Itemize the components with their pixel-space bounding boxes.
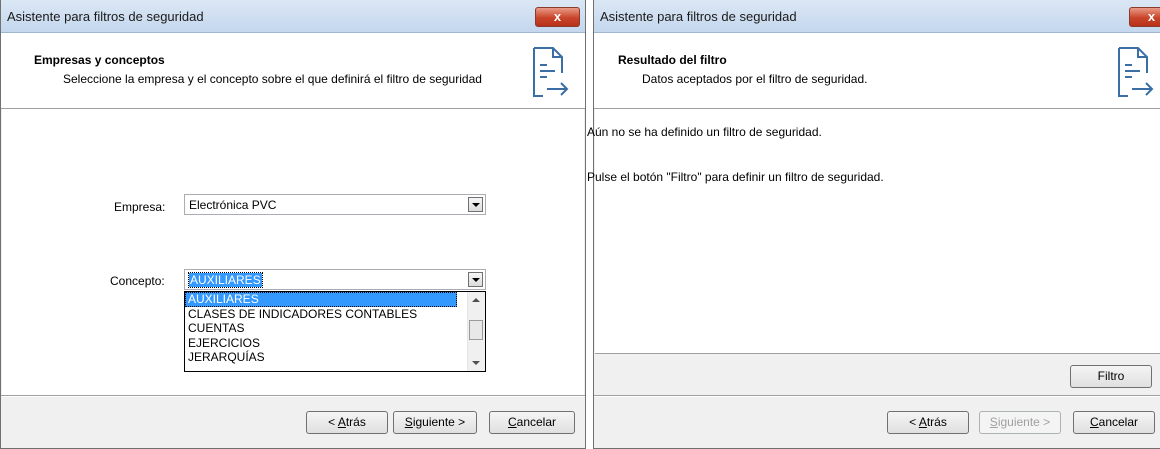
scroll-thumb[interactable] — [469, 320, 483, 340]
title-bar[interactable]: Asistente para filtros de seguridad x — [594, 0, 1160, 33]
next-button[interactable]: Siguiente > — [979, 411, 1061, 434]
status-message: Aún no se ha definido un filtro de segur… — [587, 125, 822, 139]
chevron-down-icon[interactable] — [468, 272, 483, 287]
concepto-label: Concepto: — [110, 274, 165, 288]
wizard-window-left: Asistente para filtros de seguridad x Em… — [0, 0, 586, 449]
close-button[interactable]: x — [535, 7, 580, 27]
scrollbar[interactable] — [467, 292, 485, 371]
window-title: Asistente para filtros de seguridad — [7, 9, 204, 24]
filter-button[interactable]: Filtro — [1070, 365, 1152, 388]
empresa-value: Electrónica PVC — [189, 198, 277, 212]
back-button[interactable]: < Atrás — [887, 411, 969, 434]
filter-result-panel: Aún no se ha definido un filtro de segur… — [587, 109, 1160, 354]
page-subtitle: Seleccione la empresa y el concepto sobr… — [63, 72, 482, 86]
wizard-header: Resultado del filtro Datos aceptados por… — [594, 33, 1160, 109]
concepto-select[interactable]: AUXILIARES — [184, 269, 486, 290]
document-export-icon — [1118, 47, 1154, 97]
concepto-value: AUXILIARES — [188, 272, 263, 288]
page-title: Empresas y conceptos — [34, 53, 165, 67]
list-item[interactable]: JERARQUÍAS — [185, 350, 457, 365]
page-title: Resultado del filtro — [618, 53, 727, 67]
scroll-up-icon[interactable] — [472, 298, 480, 302]
list-item[interactable]: CUENTAS — [185, 321, 457, 336]
footer-divider — [1, 395, 585, 397]
list-item[interactable]: AUXILIARES — [185, 292, 457, 307]
list-item[interactable]: EJERCICIOS — [185, 336, 457, 351]
concepto-dropdown-list[interactable]: AUXILIARES CLASES DE INDICADORES CONTABL… — [184, 291, 486, 372]
next-button[interactable]: Siguiente > — [393, 411, 477, 434]
wizard-header: Empresas y conceptos Seleccione la empre… — [1, 33, 585, 109]
cancel-button[interactable]: Cancelar — [489, 411, 575, 434]
page-subtitle: Datos aceptados por el filtro de segurid… — [642, 72, 868, 86]
back-button[interactable]: < Atrás — [306, 411, 388, 434]
wizard-window-right: Asistente para filtros de seguridad x Re… — [587, 0, 1160, 449]
chevron-down-icon[interactable] — [468, 197, 483, 212]
window-title: Asistente para filtros de seguridad — [600, 9, 797, 24]
scroll-down-icon[interactable] — [472, 361, 480, 365]
footer-divider — [594, 395, 1160, 397]
list-item[interactable]: CLASES DE INDICADORES CONTABLES — [185, 307, 457, 322]
empresa-select[interactable]: Electrónica PVC — [184, 194, 486, 215]
close-button[interactable]: x — [1129, 7, 1160, 27]
document-export-icon — [533, 47, 569, 97]
instruction-message: Pulse el botón "Filtro" para definir un … — [587, 170, 884, 184]
empresa-label: Empresa: — [114, 200, 166, 214]
cancel-button[interactable]: Cancelar — [1073, 411, 1155, 434]
title-bar[interactable]: Asistente para filtros de seguridad x — [1, 0, 585, 33]
